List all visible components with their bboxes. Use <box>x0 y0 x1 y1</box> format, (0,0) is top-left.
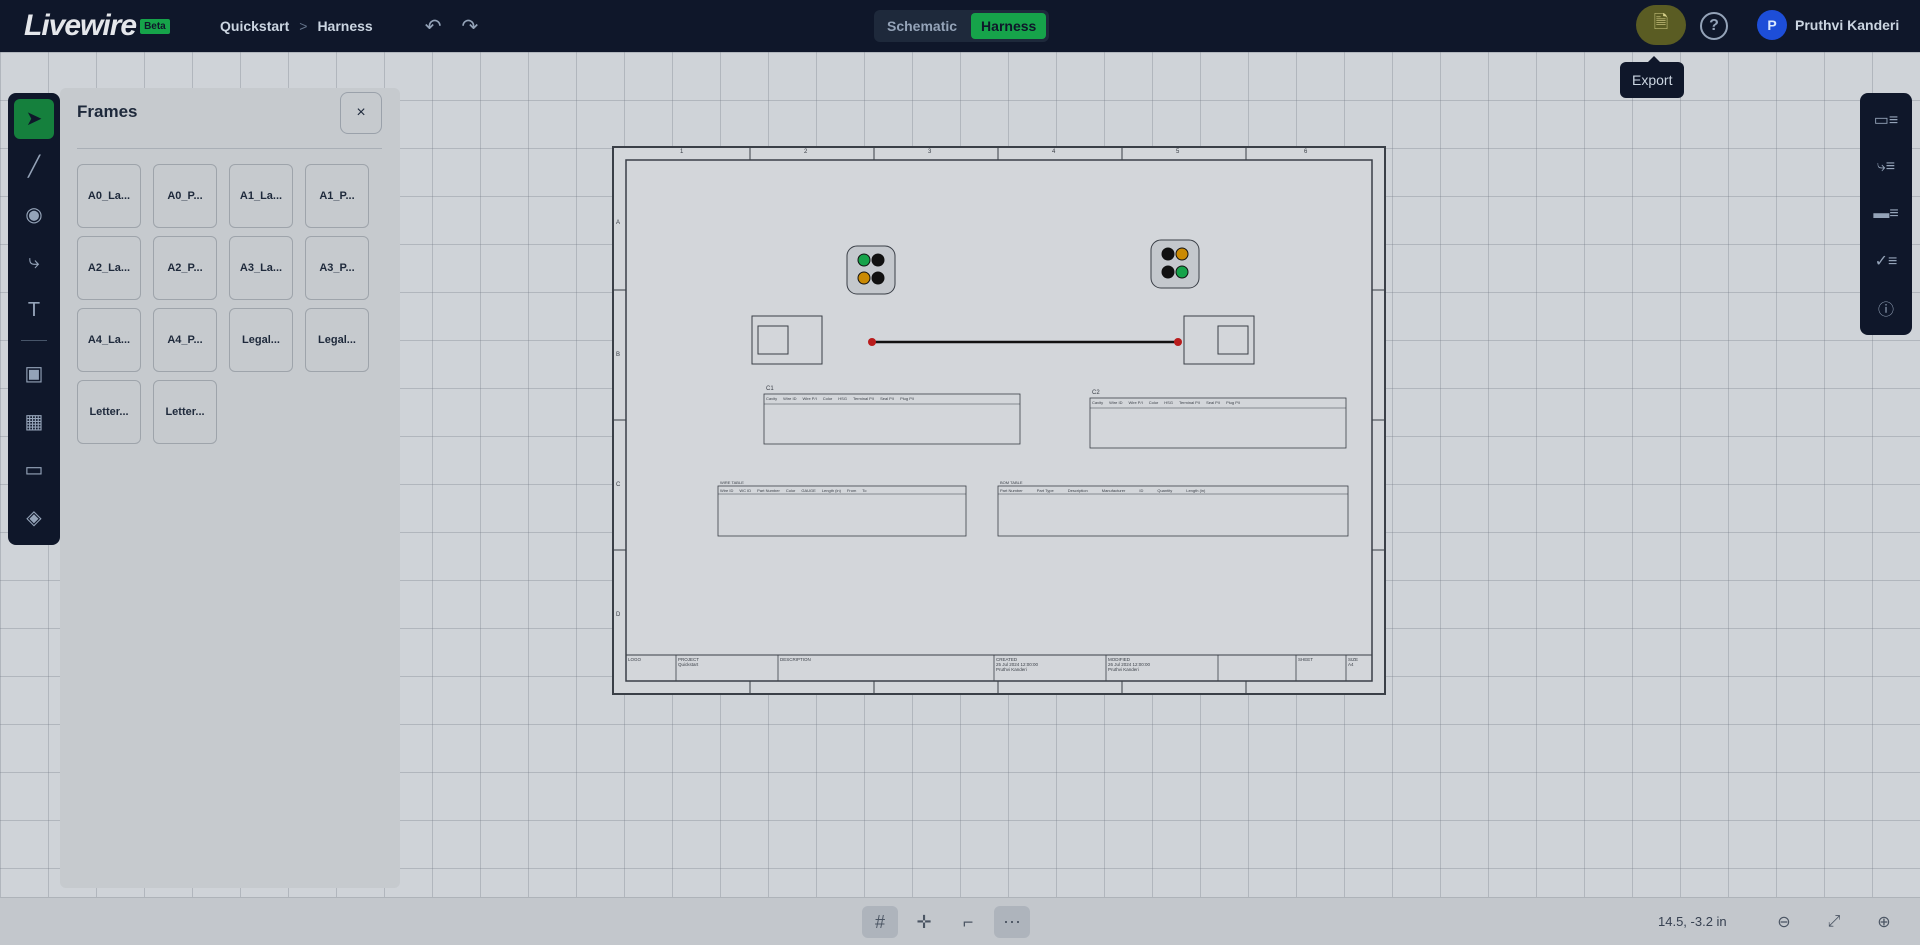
frames-divider <box>77 148 382 149</box>
logo-text: Livewire <box>24 9 137 42</box>
help-icon: ? <box>1709 17 1719 34</box>
pin-table-header-c2: Cavity Wire ID Wire P/I Color HSG Terminal P/… <box>1092 400 1241 405</box>
breadcrumb-harness[interactable]: Harness <box>317 18 372 34</box>
frame-card[interactable]: Letter... <box>153 380 217 444</box>
right-toolbar: ▭≡ ⤷≡ ▬≡ ✓≡ ⓘ <box>1860 93 1912 335</box>
frame-card[interactable]: Legal... <box>229 308 293 372</box>
user-menu[interactable]: P Pruthvi Kanderi <box>1757 10 1899 40</box>
beta-badge: Beta <box>140 18 170 34</box>
tab-schematic[interactable]: Schematic <box>877 13 967 39</box>
mode-toggle: Schematic Harness <box>874 10 1050 42</box>
frame-card[interactable]: A1_P... <box>305 164 369 228</box>
col-label: 2 <box>804 149 808 155</box>
title-block-size: SIZE A4 <box>1348 657 1359 667</box>
table-tool-icon[interactable]: ▦ <box>14 401 54 441</box>
components-list-icon[interactable]: ▬≡ <box>1866 195 1906 234</box>
wires-list-icon[interactable]: ⤷≡ <box>1866 148 1906 187</box>
col-label: 4 <box>1052 149 1056 155</box>
zoom-out-icon[interactable]: ⊖ <box>1766 906 1802 938</box>
frame-card[interactable]: A3_P... <box>305 236 369 300</box>
row-label: B <box>616 352 621 358</box>
wire-tool-icon[interactable]: ╱ <box>14 147 54 187</box>
frame-tool-icon[interactable]: ▭ <box>14 449 54 489</box>
frame-card[interactable]: A4_La... <box>77 308 141 372</box>
crosshair-icon[interactable]: ✛ <box>906 906 942 938</box>
row-label: D <box>616 612 621 618</box>
zoom-in-icon[interactable]: ⊕ <box>1866 906 1902 938</box>
col-label: 6 <box>1304 149 1308 155</box>
col-label: 1 <box>680 149 684 155</box>
zoom-tools: ⊖ ⤢ ⊕ <box>1766 906 1902 938</box>
checks-list-icon[interactable]: ✓≡ <box>1866 241 1906 280</box>
frame-card[interactable]: Letter... <box>77 380 141 444</box>
export-tooltip: Export <box>1620 56 1685 98</box>
help-button[interactable]: ? <box>1700 12 1728 40</box>
text-tool-icon[interactable]: T <box>14 291 54 331</box>
breadcrumb-separator: > <box>299 18 308 34</box>
frame-card[interactable]: A0_La... <box>77 164 141 228</box>
row-label: A <box>616 220 621 226</box>
grid-icon[interactable]: # <box>862 906 898 938</box>
breadcrumb-project[interactable]: Quickstart <box>220 18 289 34</box>
frames-panel: Frames × A0_La... A0_P... A1_La... A1_P.… <box>60 88 400 888</box>
top-bar: Livewire Beta Quickstart > Harness ↶ ↷ S… <box>0 0 1920 52</box>
title-block-modified: MODIFIED 26 Jul 2024 12:00:00 Pruthvi Kand… <box>1108 657 1151 672</box>
undo-icon[interactable]: ↶ <box>425 14 442 39</box>
export-button[interactable]: 🗎 <box>1636 5 1686 45</box>
undo-redo-group: ↶ ↷ <box>425 14 479 39</box>
close-icon[interactable]: × <box>340 92 382 134</box>
fit-screen-icon[interactable]: ⤢ <box>1816 906 1852 938</box>
avatar: P <box>1757 10 1787 40</box>
frame-card[interactable]: A2_La... <box>77 236 141 300</box>
pin-table-header-c1: Cavity Wire ID Wire P/I Color HSG Terminal P/… <box>766 396 915 401</box>
title-block-description: DESCRIPTION <box>780 657 811 662</box>
more-icon[interactable]: ⋯ <box>994 906 1030 938</box>
snap-icon[interactable]: ⌐ <box>950 906 986 938</box>
frame-card[interactable]: A4_P... <box>153 308 217 372</box>
frames-grid: A0_La... A0_P... A1_La... A1_P... A2_La.… <box>77 164 369 444</box>
bom-table-header: Part Number Part Type Description Manufactu… <box>1000 488 1206 493</box>
drawing-sheet[interactable]: 1 2 3 4 5 6 A B C D C1 C2 Cavity Wire ID W… <box>612 146 1386 695</box>
frame-card[interactable]: A3_La... <box>229 236 293 300</box>
left-toolbar: ➤ ╱ ◉ ⤷ T ▣ ▦ ▭ ◈ <box>8 93 60 545</box>
app-logo[interactable]: Livewire Beta <box>24 9 220 43</box>
row-label: C <box>616 482 621 488</box>
toolbar-divider <box>21 340 47 342</box>
canvas-tools: # ✛ ⌐ ⋯ <box>862 906 1030 938</box>
select-tool-icon[interactable]: ➤ <box>14 99 54 139</box>
title-block-project: PROJECT Quickstart <box>678 657 700 667</box>
frames-title: Frames <box>77 102 138 121</box>
frame-card[interactable]: A0_P... <box>153 164 217 228</box>
col-label: 5 <box>1176 149 1180 155</box>
title-block-sheet: SHEET <box>1298 657 1314 662</box>
connectors-list-icon[interactable]: ▭≡ <box>1866 101 1906 140</box>
redo-icon[interactable]: ↷ <box>461 14 478 39</box>
info-icon[interactable]: ⓘ <box>1866 288 1906 327</box>
route-tool-icon[interactable]: ⤷ <box>14 243 54 283</box>
bom-table-title: BOM TABLE <box>1000 480 1023 485</box>
connector-label-c2: C2 <box>1092 390 1100 396</box>
shapes-tool-icon[interactable]: ◈ <box>14 497 54 537</box>
wire-table-title: WIRE TABLE <box>720 480 744 485</box>
splice-tool-icon[interactable]: ◉ <box>14 195 54 235</box>
frame-card[interactable]: A1_La... <box>229 164 293 228</box>
title-block-logo: LOGO <box>628 657 642 662</box>
title-block-created: CREATED 25 Jul 2024 12:00:00 Pruthvi Kande… <box>996 657 1039 672</box>
connector-tool-icon[interactable]: ▣ <box>14 353 54 393</box>
connector-label-c1: C1 <box>766 386 774 392</box>
breadcrumb: Quickstart > Harness <box>220 18 373 34</box>
frame-card[interactable]: A2_P... <box>153 236 217 300</box>
cursor-coordinates: 14.5, -3.2 in <box>1658 914 1727 929</box>
wire-table-header: Wire ID WC ID Part Number Color GAUGE Length … <box>720 488 867 493</box>
user-name: Pruthvi Kanderi <box>1795 17 1900 33</box>
bottom-bar: # ✛ ⌐ ⋯ 14.5, -3.2 in ⊖ ⤢ ⊕ <box>0 897 1920 945</box>
tab-harness[interactable]: Harness <box>971 13 1047 39</box>
export-file-icon: 🗎 <box>1653 12 1669 32</box>
col-label: 3 <box>928 149 932 155</box>
frame-card[interactable]: Legal... <box>305 308 369 372</box>
